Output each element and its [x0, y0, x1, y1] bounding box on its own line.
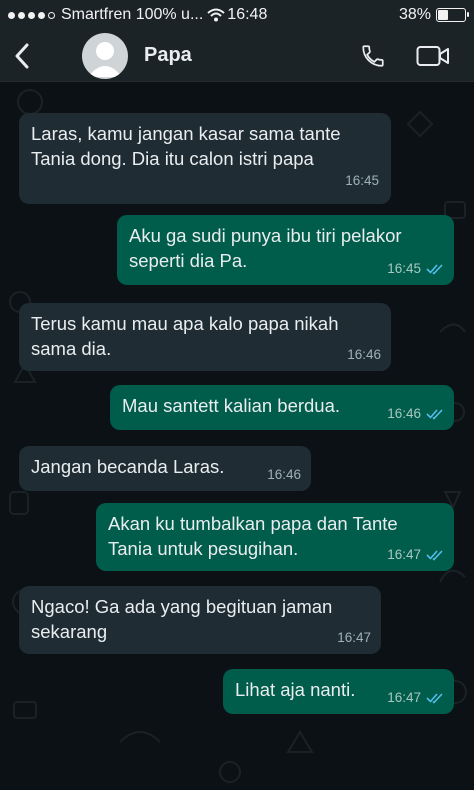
status-bar: Smartfren 100% u... 16:48 38% [0, 0, 474, 30]
battery-icon [436, 8, 469, 22]
message-time: 16:46 [347, 347, 381, 362]
message-incoming[interactable]: Ngaco! Ga ada yang begituan jaman sekara… [19, 586, 381, 654]
back-icon[interactable] [2, 30, 42, 82]
read-double-check-icon [426, 408, 444, 420]
message-incoming[interactable]: Laras, kamu jangan kasar sama tante Tani… [19, 113, 391, 204]
message-time: 16:45 [345, 173, 379, 188]
message-meta: 16:46 [347, 347, 381, 363]
contact-name[interactable]: Papa [144, 44, 192, 67]
read-double-check-icon [426, 549, 444, 561]
message-time: 16:47 [387, 547, 421, 562]
battery-percent: 38% [398, 6, 431, 23]
message-meta: 16:46 [387, 406, 444, 422]
status-time: 16:48 [227, 6, 268, 23]
message-meta: 16:47 [387, 547, 444, 563]
message-time: 16:46 [267, 467, 301, 482]
video-call-icon[interactable] [416, 44, 450, 68]
signal-strength-icon [8, 11, 55, 19]
message-meta: 16:47 [387, 690, 444, 706]
read-double-check-icon [426, 692, 444, 704]
read-double-check-icon [426, 263, 444, 275]
message-meta: 16:45 [387, 261, 444, 277]
wifi-icon [207, 8, 225, 22]
carrier-label: Smartfren 100% u... [61, 6, 204, 23]
message-text: Laras, kamu jangan kasar sama tante Tani… [31, 123, 341, 169]
message-outgoing[interactable]: Mau santett kalian berdua. 16:46 [110, 385, 454, 430]
message-incoming[interactable]: Terus kamu mau apa kalo papa nikah sama … [19, 303, 391, 371]
message-meta: 16:45 [31, 173, 379, 189]
message-text: Ngaco! Ga ada yang begituan jaman sekara… [31, 596, 333, 642]
message-text: Terus kamu mau apa kalo papa nikah sama … [31, 313, 339, 359]
message-time: 16:45 [387, 261, 421, 276]
message-outgoing[interactable]: Lihat aja nanti. 16:47 [223, 669, 454, 714]
message-time: 16:46 [387, 406, 421, 421]
message-outgoing[interactable]: Aku ga sudi punya ibu tiri pelakor seper… [117, 215, 454, 285]
message-time: 16:47 [337, 630, 371, 645]
avatar[interactable] [82, 32, 128, 79]
phone-call-icon[interactable] [360, 43, 386, 69]
message-meta: 16:47 [337, 630, 371, 646]
message-text: Jangan becanda Laras. [31, 456, 225, 477]
chat-area[interactable]: Laras, kamu jangan kasar sama tante Tani… [0, 82, 474, 790]
chat-header: Papa [0, 30, 474, 82]
message-meta: 16:46 [267, 467, 301, 483]
message-time: 16:47 [387, 690, 421, 705]
message-incoming[interactable]: Jangan becanda Laras. 16:46 [19, 446, 311, 491]
message-outgoing[interactable]: Akan ku tumbalkan papa dan Tante Tania u… [96, 503, 454, 571]
